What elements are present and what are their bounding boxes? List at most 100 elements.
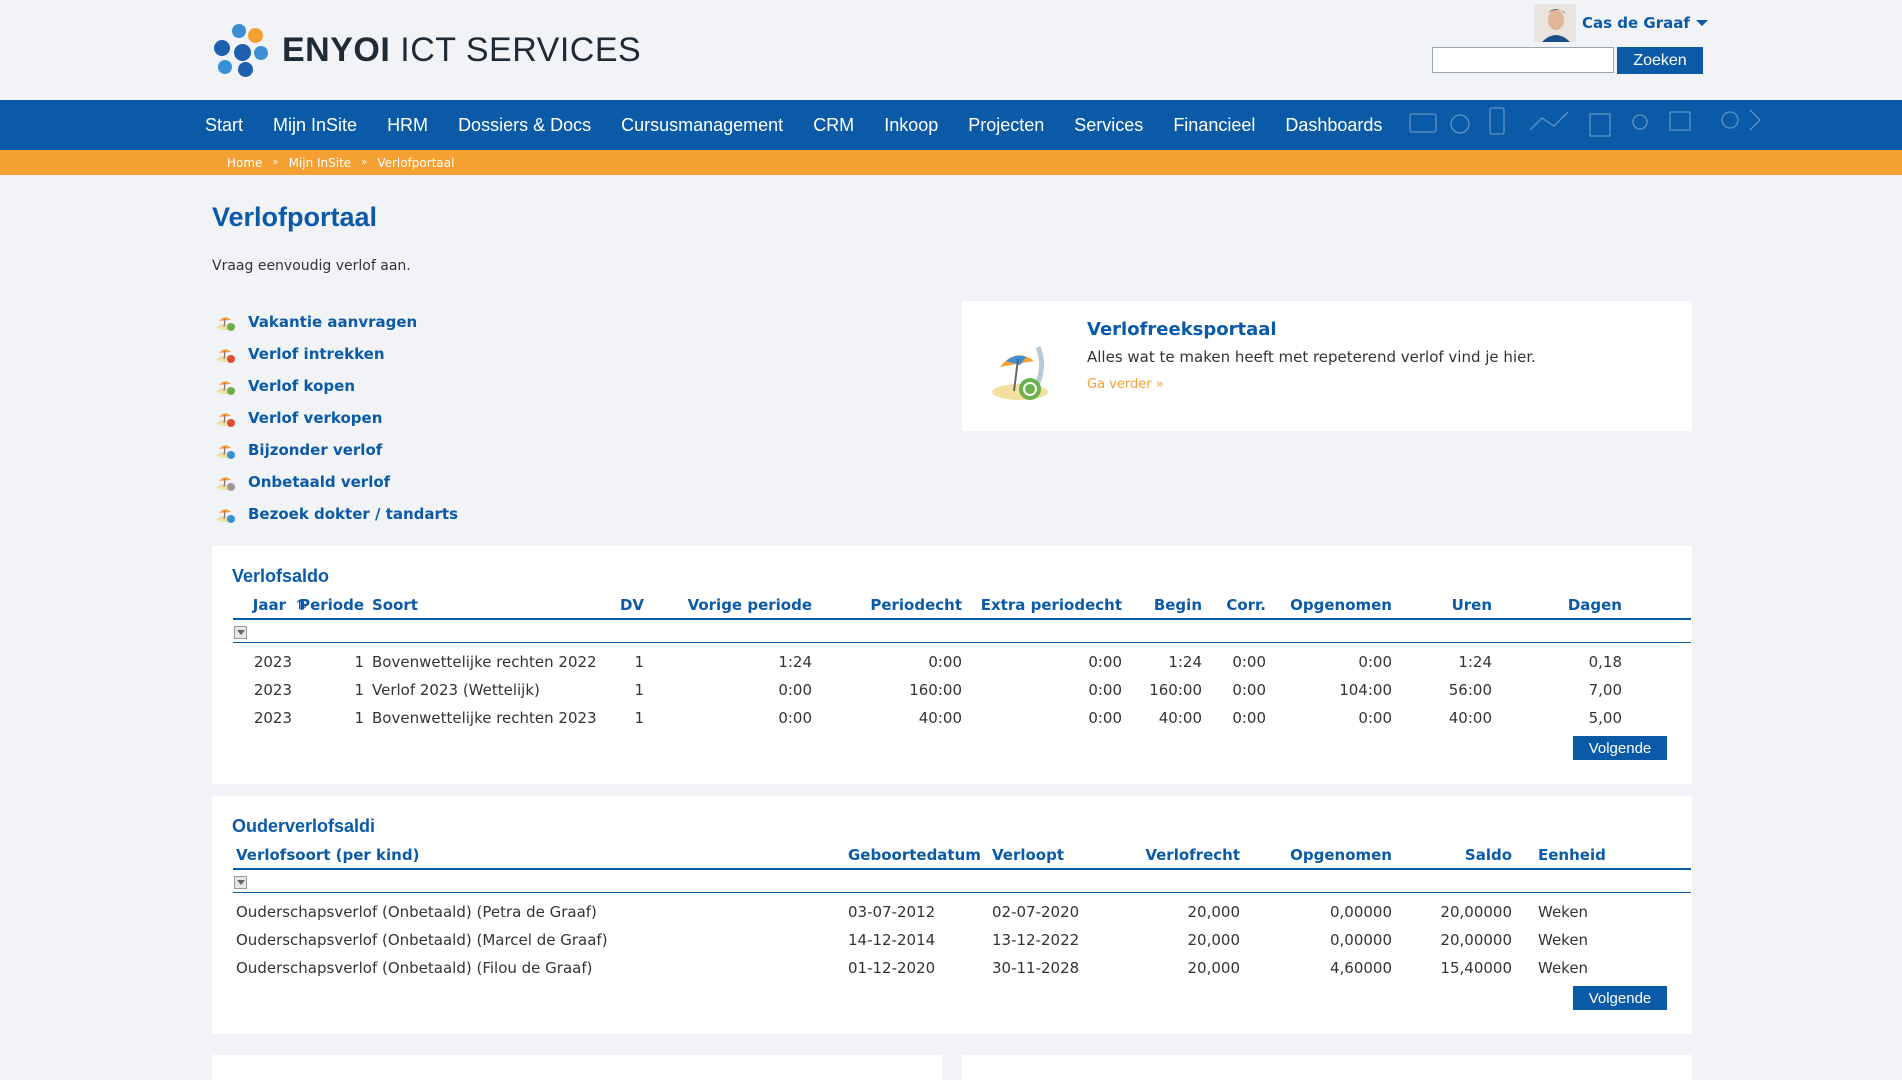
ouderverlof-next-button[interactable]: Volgende bbox=[1573, 986, 1667, 1010]
nav-item-7[interactable]: Projecten bbox=[968, 115, 1044, 136]
table-cell: 1 bbox=[634, 709, 644, 727]
filter-icon[interactable] bbox=[234, 876, 247, 889]
main-nav: Start Mijn InSite HRM Dossiers & Docs Cursus… bbox=[0, 100, 1902, 150]
breadcrumb-item[interactable]: Home bbox=[227, 156, 262, 170]
leave-link-row[interactable]: Verlof kopen bbox=[216, 370, 458, 402]
search-button[interactable]: Zoeken bbox=[1617, 47, 1703, 74]
table-cell: 2023 bbox=[253, 653, 292, 671]
table-cell: 13-12-2022 bbox=[992, 931, 1080, 949]
leave-link-label[interactable]: Verlof intrekken bbox=[248, 345, 385, 363]
verlofsaldo-next-button[interactable]: Volgende bbox=[1573, 736, 1667, 760]
stethoscope-icon bbox=[216, 504, 236, 524]
nav-item-3[interactable]: Dossiers & Docs bbox=[458, 115, 591, 136]
column-header[interactable]: Vorige periode bbox=[652, 596, 812, 614]
chevron-down-icon[interactable] bbox=[1695, 20, 1708, 26]
table-cell: 0:00 bbox=[1088, 681, 1122, 699]
leave-link-row[interactable]: Bezoek dokter / tandarts bbox=[216, 498, 458, 530]
nav-item-10[interactable]: Dashboards bbox=[1285, 115, 1382, 136]
column-header[interactable]: Saldo bbox=[1392, 846, 1512, 864]
leave-link-row[interactable]: Bijzonder verlof bbox=[216, 434, 458, 466]
column-header[interactable]: Periodecht bbox=[812, 596, 962, 614]
column-header[interactable]: Extra periodecht bbox=[962, 596, 1122, 614]
table-cell: 0,18 bbox=[1588, 653, 1622, 671]
column-header[interactable]: Verlofrecht bbox=[1112, 846, 1240, 864]
column-header[interactable]: Jaar bbox=[236, 596, 286, 614]
column-header[interactable]: Uren bbox=[1392, 596, 1492, 614]
page-subtitle: Vraag eenvoudig verlof aan. bbox=[212, 258, 411, 274]
header: ENYOI ICT SERVICES Cas de Graaf Zoeken bbox=[0, 0, 1902, 100]
column-header[interactable]: Geboortedatum bbox=[848, 846, 981, 864]
column-header[interactable]: Begin bbox=[1122, 596, 1202, 614]
column-header[interactable]: Dagen bbox=[1492, 596, 1622, 614]
table-cell: 0:00 bbox=[778, 681, 812, 699]
breadcrumb-separator: » bbox=[272, 157, 279, 168]
nav-item-8[interactable]: Services bbox=[1074, 115, 1143, 136]
table-cell: 0:00 bbox=[1088, 709, 1122, 727]
table-cell: 160:00 bbox=[909, 681, 962, 699]
table-cell: 56:00 bbox=[1448, 681, 1492, 699]
leave-link-label[interactable]: Verlof verkopen bbox=[248, 409, 382, 427]
table-cell: 40:00 bbox=[918, 709, 962, 727]
column-header[interactable]: Eenheid bbox=[1538, 846, 1638, 864]
table-cell: 15,40000 bbox=[1440, 959, 1512, 977]
table-cell: 2023 bbox=[253, 709, 292, 727]
table-cell: Ouderschapsverlof (Onbetaald) (Marcel de… bbox=[236, 931, 608, 949]
special-leave-icon bbox=[216, 440, 236, 460]
leave-link-label[interactable]: Verlof kopen bbox=[248, 377, 355, 395]
column-header[interactable]: Verloopt bbox=[992, 846, 1112, 864]
sort-icon[interactable]: ⇅ bbox=[296, 598, 307, 613]
promo-title[interactable]: Verlofreeksportaal bbox=[1087, 319, 1277, 340]
table-cell: 0,00000 bbox=[1329, 931, 1392, 949]
column-header[interactable]: Opgenomen bbox=[1272, 596, 1392, 614]
leave-link-row[interactable]: Verlof verkopen bbox=[216, 402, 458, 434]
next-panel-left bbox=[212, 1055, 942, 1080]
column-header[interactable]: Verlofsoort (per kind) bbox=[236, 846, 836, 864]
column-header[interactable]: Periode bbox=[298, 596, 364, 614]
table-cell: 20,000 bbox=[1187, 903, 1241, 921]
breadcrumb-item[interactable]: Verlofportaal bbox=[377, 156, 454, 170]
table-header-line bbox=[233, 868, 1691, 870]
table-cell: 1 bbox=[634, 681, 644, 699]
nav-item-4[interactable]: Cursusmanagement bbox=[621, 115, 783, 136]
verlofsaldo-title: Verlofsaldo bbox=[232, 566, 330, 586]
leave-link-label[interactable]: Vakantie aanvragen bbox=[248, 313, 417, 331]
search-input[interactable] bbox=[1432, 47, 1614, 73]
breadcrumb-item[interactable]: Mijn InSite bbox=[289, 156, 352, 170]
nav-item-1[interactable]: Mijn InSite bbox=[273, 115, 357, 136]
table-filter-line bbox=[233, 642, 1691, 643]
table-cell: 20,000 bbox=[1187, 959, 1241, 977]
column-header[interactable]: Corr. bbox=[1202, 596, 1266, 614]
leave-link-label[interactable]: Onbetaald verlof bbox=[248, 473, 390, 491]
user-menu[interactable]: Cas de Graaf bbox=[1534, 4, 1708, 42]
enyoi-logo[interactable]: ENYOI ICT SERVICES bbox=[214, 22, 641, 78]
table-cell: 1 bbox=[354, 709, 364, 727]
promo-card: Verlofreeksportaal Alles wat te maken he… bbox=[962, 301, 1692, 431]
nav-item-2[interactable]: HRM bbox=[387, 115, 428, 136]
table-cell: 1 bbox=[354, 681, 364, 699]
filter-icon[interactable] bbox=[234, 626, 247, 639]
next-panel-right bbox=[962, 1055, 1692, 1080]
ouderverlof-panel: Ouderverlofsaldi Verlofsoort (per kind) G… bbox=[212, 796, 1692, 1034]
nav-item-0[interactable]: Start bbox=[205, 115, 243, 136]
leave-link-row[interactable]: Onbetaald verlof bbox=[216, 466, 458, 498]
column-header[interactable]: Opgenomen bbox=[1272, 846, 1392, 864]
table-cell: 40:00 bbox=[1158, 709, 1202, 727]
table-cell: Ouderschapsverlof (Onbetaald) (Petra de … bbox=[236, 903, 597, 921]
avatar bbox=[1534, 4, 1576, 42]
leave-link-row[interactable]: Verlof intrekken bbox=[216, 338, 458, 370]
nav-item-5[interactable]: CRM bbox=[813, 115, 854, 136]
breadcrumb-separator: » bbox=[361, 157, 368, 168]
promo-text: Alles wat te maken heeft met repeterend … bbox=[1087, 348, 1536, 366]
beach-umbrella-icon bbox=[992, 346, 1048, 400]
table-cell: 1:24 bbox=[1168, 653, 1202, 671]
table-cell: 14-12-2014 bbox=[848, 931, 936, 949]
leave-link-label[interactable]: Bijzonder verlof bbox=[248, 441, 382, 459]
leave-buy-icon bbox=[216, 376, 236, 396]
table-cell: 1:24 bbox=[778, 653, 812, 671]
column-header[interactable]: DV bbox=[588, 596, 644, 614]
promo-continue-link[interactable]: Ga verder » bbox=[1087, 377, 1164, 392]
leave-link-row[interactable]: Vakantie aanvragen bbox=[216, 306, 458, 338]
nav-item-6[interactable]: Inkoop bbox=[884, 115, 938, 136]
leave-link-label[interactable]: Bezoek dokter / tandarts bbox=[248, 505, 458, 523]
nav-item-9[interactable]: Financieel bbox=[1173, 115, 1255, 136]
